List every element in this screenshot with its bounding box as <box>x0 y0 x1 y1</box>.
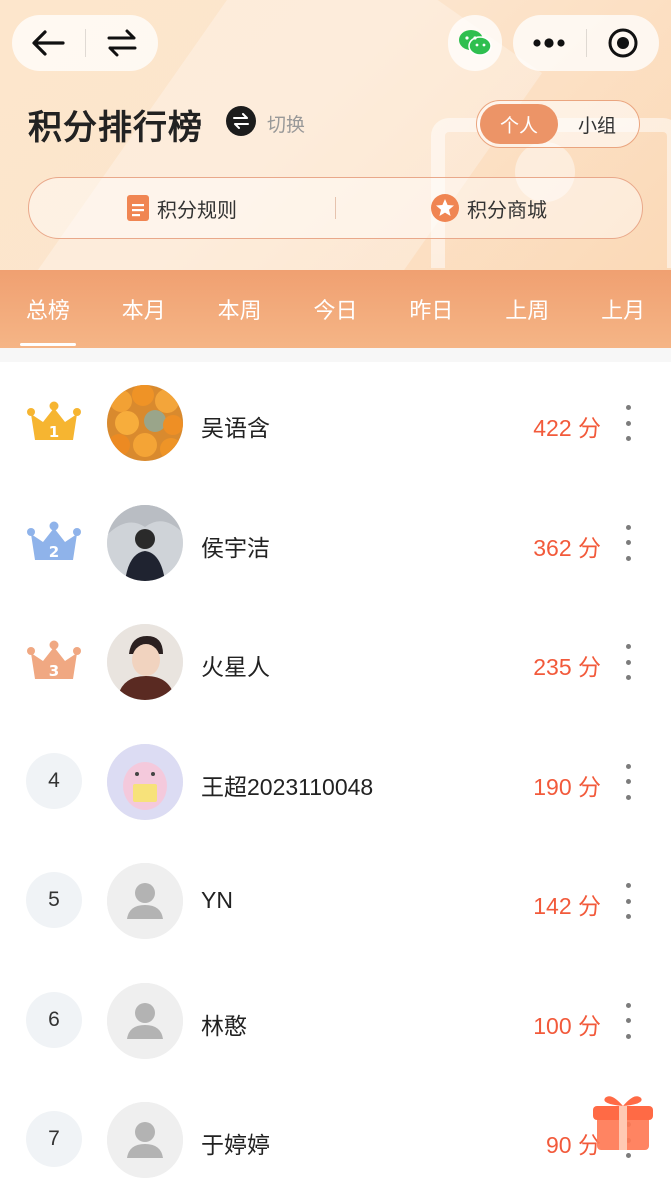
tab-total[interactable]: 总榜 <box>0 270 96 348</box>
user-name: 侯宇洁 <box>201 534 270 561</box>
cartoon-photo <box>107 743 183 820</box>
list-item[interactable]: 6 林憨 100 分 <box>0 961 671 1081</box>
gift-button[interactable] <box>591 1090 655 1154</box>
wechat-button[interactable] <box>448 15 502 71</box>
bronze-crown-icon: 3 <box>27 640 81 680</box>
user-score: 235 分 <box>533 654 601 680</box>
avatar[interactable] <box>107 385 183 461</box>
user-name: 吴语含 <box>201 415 270 441</box>
default-user-icon <box>107 863 183 939</box>
user-score: 422 分 <box>533 415 601 441</box>
rank-number: 4 <box>26 752 82 809</box>
row-more-button[interactable] <box>622 405 634 441</box>
rank-number: 6 <box>26 991 82 1048</box>
gift-icon <box>593 1096 653 1150</box>
rank-number: 1 <box>49 423 59 441</box>
tab-yesterday[interactable]: 昨日 <box>383 270 479 348</box>
user-name: YN <box>201 887 233 913</box>
tab-this-month[interactable]: 本月 <box>96 270 192 348</box>
avatar[interactable] <box>107 743 183 820</box>
rank-number: 3 <box>49 662 59 680</box>
more-dots-icon <box>533 38 565 48</box>
close-miniprogram-button[interactable] <box>587 15 660 71</box>
scope-segmented-control: 个人 小组 <box>476 100 640 148</box>
nav-capsule-right <box>513 15 659 71</box>
points-links-bar: 积分规则 积分商城 <box>28 177 643 239</box>
switch-ranking-label[interactable]: 切换 <box>267 110 305 137</box>
avatar[interactable] <box>107 863 183 939</box>
points-rules-label: 积分规则 <box>157 199 237 222</box>
silver-crown-icon: 2 <box>27 521 81 561</box>
avatar[interactable] <box>107 1102 183 1178</box>
rank-badge: 5 <box>26 872 82 928</box>
user-name: 王超2023110048 <box>201 773 374 800</box>
document-icon <box>127 195 149 221</box>
tab-last-month[interactable]: 上月 <box>575 270 671 348</box>
list-item[interactable]: 2 侯宇洁 362 分 <box>0 483 671 603</box>
user-score: 100 分 <box>533 1012 601 1039</box>
tab-last-week[interactable]: 上周 <box>479 270 575 348</box>
gold-crown-icon: 1 <box>27 401 81 441</box>
rank-badge: 3 <box>26 633 82 689</box>
page-title: 积分排行榜 <box>28 109 203 147</box>
more-menu-button[interactable] <box>513 15 586 71</box>
rank-badge: 7 <box>26 1111 82 1167</box>
list-item[interactable]: 5 YN 142 分 <box>0 841 671 961</box>
row-more-button[interactable] <box>622 1002 634 1039</box>
rank-badge: 4 <box>26 752 82 809</box>
back-button[interactable] <box>12 15 85 71</box>
row-more-button[interactable] <box>622 644 634 680</box>
user-score: 362 分 <box>533 534 601 561</box>
star-badge-icon <box>431 194 459 222</box>
ranking-list: 1 吴语含 422 分 2 侯宇洁 362 分 3 火星人 235 分 4 王超… <box>0 363 671 1200</box>
points-rules-link[interactable]: 积分规则 <box>29 194 335 223</box>
segment-group[interactable]: 小组 <box>558 104 636 144</box>
points-mall-label: 积分商城 <box>467 199 547 222</box>
tab-this-week[interactable]: 本周 <box>192 270 288 348</box>
child-photo <box>107 624 183 700</box>
user-score: 142 分 <box>533 893 601 919</box>
period-tabs: 总榜 本月 本周 今日 昨日 上周 上月 <box>0 270 671 348</box>
record-icon <box>608 28 638 58</box>
user-score: 190 分 <box>533 773 601 800</box>
points-mall-link[interactable]: 积分商城 <box>336 194 642 223</box>
list-item[interactable]: 3 火星人 235 分 <box>0 602 671 722</box>
list-item[interactable]: 1 吴语含 422 分 <box>0 363 671 483</box>
list-item[interactable]: 4 王超2023110048 190 分 <box>0 722 671 842</box>
oranges-photo <box>107 385 183 461</box>
row-more-button[interactable] <box>622 763 634 800</box>
user-name: 林憨 <box>201 1012 247 1039</box>
avatar[interactable] <box>107 982 183 1059</box>
nav-capsule-left <box>12 15 158 71</box>
rank-badge: 2 <box>26 514 82 570</box>
tab-today[interactable]: 今日 <box>288 270 384 348</box>
user-name: 于婷婷 <box>201 1132 270 1158</box>
section-gap <box>0 348 671 362</box>
segment-individual[interactable]: 个人 <box>480 104 558 144</box>
arrow-left-icon <box>32 30 65 56</box>
rank-badge: 1 <box>26 394 82 450</box>
list-item[interactable]: 7 于婷婷 90 分 <box>0 1080 671 1200</box>
rank-number: 7 <box>26 1111 82 1167</box>
person-photo <box>107 504 183 581</box>
rank-badge: 6 <box>26 991 82 1048</box>
swap-button[interactable] <box>86 15 159 71</box>
default-user-icon <box>107 982 183 1059</box>
row-more-button[interactable] <box>622 524 634 561</box>
switch-arrows-icon <box>233 113 249 129</box>
rank-number: 2 <box>49 543 59 561</box>
wechat-icon <box>459 30 492 56</box>
default-user-icon <box>107 1102 183 1178</box>
swap-icon <box>107 29 137 57</box>
page-header: 积分排行榜 切换 个人 小组 积分规则 积分商城 <box>0 0 671 270</box>
avatar[interactable] <box>107 504 183 581</box>
switch-ranking-icon[interactable] <box>226 106 256 136</box>
row-more-button[interactable] <box>622 883 634 919</box>
avatar[interactable] <box>107 624 183 700</box>
user-name: 火星人 <box>201 654 270 680</box>
rank-number: 5 <box>26 872 82 928</box>
